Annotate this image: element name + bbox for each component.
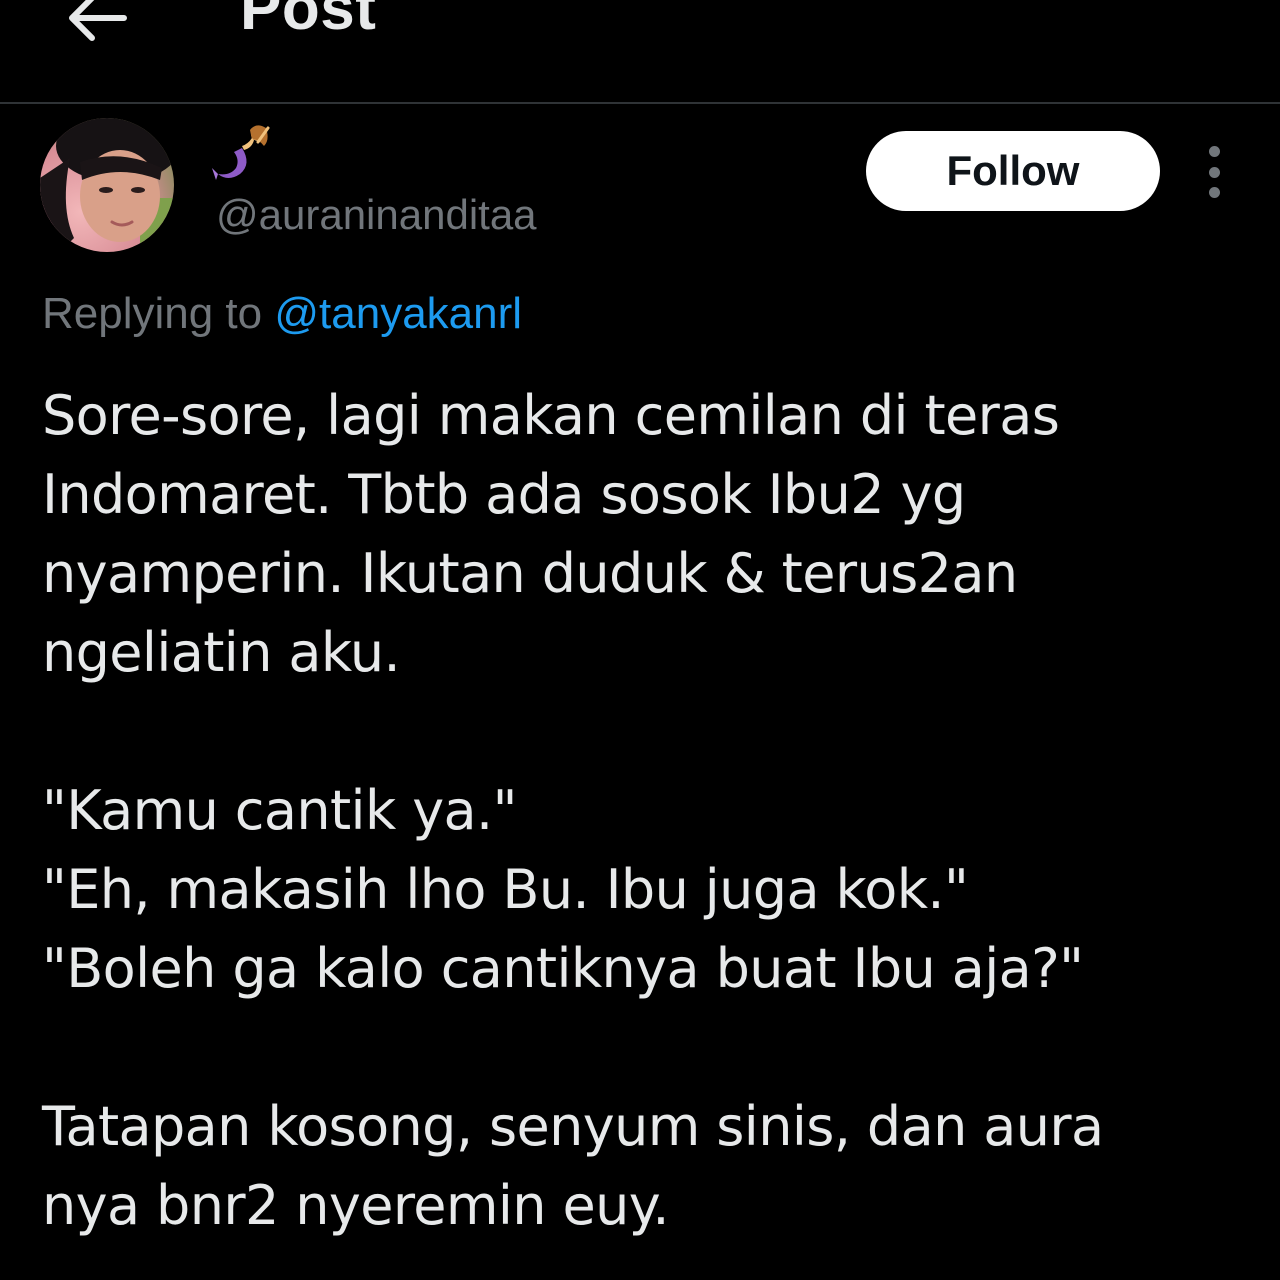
page-title: Post <box>240 0 377 43</box>
tweet-line: Tatapan kosong, senyum sinis, dan aura <box>42 1095 1104 1158</box>
tweet-line: "Boleh ga kalo cantiknya buat Ibu aja?" <box>42 937 1084 1000</box>
paragraph-break <box>42 1008 1242 1087</box>
tweet-line: "Eh, makasih lho Bu. Ibu juga kok." <box>42 858 969 921</box>
replying-to-label: Replying to <box>42 289 263 338</box>
tweet-line: nyamperin. Ikutan duduk & terus2an <box>42 542 1018 605</box>
tweet-line: Sore-sore, lagi makan cemilan di teras <box>42 384 1060 447</box>
author-handle[interactable]: @auraninanditaa <box>216 191 537 238</box>
back-button[interactable] <box>56 0 136 50</box>
mermaid-emoji <box>212 124 276 184</box>
tweet-line: Indomaret. Tbtb ada sosok Ibu2 yg <box>42 463 966 526</box>
more-options-button[interactable] <box>1192 146 1236 198</box>
tweet-line: "Kamu cantik ya." <box>42 779 517 842</box>
reply-mention-link[interactable]: @tanyakanrl <box>274 289 522 338</box>
avatar[interactable] <box>40 118 174 252</box>
paragraph-break <box>42 692 1242 771</box>
more-vertical-icon <box>1208 146 1220 157</box>
top-bar: Post <box>0 0 1280 104</box>
tweet-line: nya bnr2 nyeremin euy. <box>42 1174 670 1237</box>
tweet-line: ngeliatin aku. <box>42 621 401 684</box>
arrow-left-icon <box>69 0 127 41</box>
replying-to: Replying to @tanyakanrl <box>42 289 522 338</box>
follow-button[interactable]: Follow <box>866 131 1160 211</box>
tweet-text: Sore-sore, lagi makan cemilan di teras I… <box>42 376 1242 1245</box>
